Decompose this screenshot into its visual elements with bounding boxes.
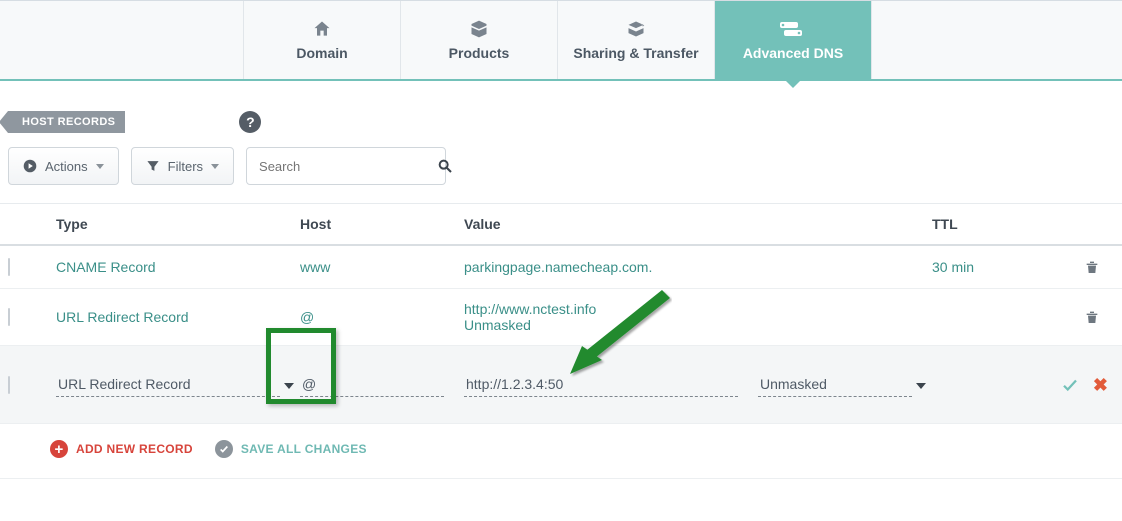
funnel-icon: [146, 159, 160, 173]
col-host: Host: [300, 216, 460, 232]
delete-row-button[interactable]: [1084, 258, 1100, 276]
search-input[interactable]: [257, 158, 437, 175]
record-value2[interactable]: Unmasked: [464, 317, 928, 333]
tab-label: Products: [449, 45, 510, 61]
chevron-down-icon: [284, 383, 294, 389]
delete-row-button[interactable]: [1084, 308, 1100, 326]
chevron-down-icon: [96, 164, 104, 169]
record-host[interactable]: www: [300, 259, 460, 275]
check-icon: [215, 440, 233, 458]
button-label: Filters: [168, 159, 203, 174]
row-checkbox[interactable]: [8, 308, 10, 326]
tab-advanced-dns[interactable]: Advanced DNS: [715, 1, 872, 79]
tab-products[interactable]: Products: [401, 1, 558, 79]
section-header: HOST RECORDS ?: [0, 111, 1122, 133]
tab-label: Sharing & Transfer: [573, 45, 698, 61]
row-checkbox[interactable]: [8, 376, 10, 394]
search-input-wrap[interactable]: [246, 147, 446, 185]
top-nav: Domain Products Sharing & Transfer Advan…: [0, 0, 1122, 81]
section-title-tag: HOST RECORDS: [8, 111, 125, 133]
record-type-select[interactable]: [56, 372, 280, 397]
record-type-select-wrap: [56, 372, 296, 397]
record-type[interactable]: CNAME Record: [56, 259, 296, 275]
actions-button[interactable]: Actions: [8, 147, 119, 185]
table-header-row: Type Host Value TTL: [0, 204, 1122, 246]
row-checkbox[interactable]: [8, 258, 10, 276]
records-table: Type Host Value TTL CNAME Record www par…: [0, 204, 1122, 424]
record-mask-select[interactable]: [758, 372, 912, 397]
button-label: SAVE ALL CHANGES: [241, 442, 367, 456]
confirm-row-button[interactable]: [1061, 376, 1079, 394]
record-value-group: http://www.nctest.info Unmasked: [464, 301, 928, 333]
col-ttl: TTL: [932, 216, 1066, 232]
button-label: Actions: [45, 159, 88, 174]
record-host-input[interactable]: [300, 372, 444, 397]
button-label: ADD NEW RECORD: [76, 442, 193, 456]
tab-sharing[interactable]: Sharing & Transfer: [558, 1, 715, 79]
record-host[interactable]: @: [300, 309, 460, 325]
search-icon: [437, 158, 453, 174]
box-icon: [468, 19, 490, 39]
record-value[interactable]: http://www.nctest.info: [464, 301, 928, 317]
home-icon: [311, 19, 333, 39]
table-row: CNAME Record www parkingpage.namecheap.c…: [0, 246, 1122, 289]
filters-button[interactable]: Filters: [131, 147, 234, 185]
nav-spacer: [872, 1, 1122, 79]
tab-label: Advanced DNS: [743, 45, 843, 61]
record-mask-select-wrap: [758, 372, 928, 397]
play-icon: [23, 159, 37, 173]
server-icon: [780, 19, 806, 39]
cancel-row-button[interactable]: ✖: [1093, 376, 1108, 394]
table-row: URL Redirect Record @ http://www.nctest.…: [0, 289, 1122, 346]
share-icon: [624, 19, 648, 39]
table-footer: + ADD NEW RECORD SAVE ALL CHANGES: [0, 424, 1122, 479]
tab-label: Domain: [296, 45, 347, 61]
record-ttl[interactable]: 30 min: [932, 259, 1066, 275]
nav-spacer: [0, 1, 244, 79]
help-icon[interactable]: ?: [239, 111, 261, 133]
add-new-record-button[interactable]: + ADD NEW RECORD: [50, 440, 193, 458]
col-value: Value: [464, 216, 928, 232]
record-type[interactable]: URL Redirect Record: [56, 309, 296, 325]
col-type: Type: [56, 216, 296, 232]
chevron-down-icon: [211, 164, 219, 169]
record-value-input[interactable]: [464, 372, 738, 397]
save-all-changes-button[interactable]: SAVE ALL CHANGES: [215, 440, 367, 458]
tab-domain[interactable]: Domain: [244, 1, 401, 79]
table-row-editing: ✖: [0, 346, 1122, 424]
chevron-down-icon: [916, 383, 926, 389]
plus-icon: +: [50, 440, 68, 458]
record-value[interactable]: parkingpage.namecheap.com.: [464, 259, 928, 275]
toolbar: Actions Filters: [0, 147, 1122, 204]
